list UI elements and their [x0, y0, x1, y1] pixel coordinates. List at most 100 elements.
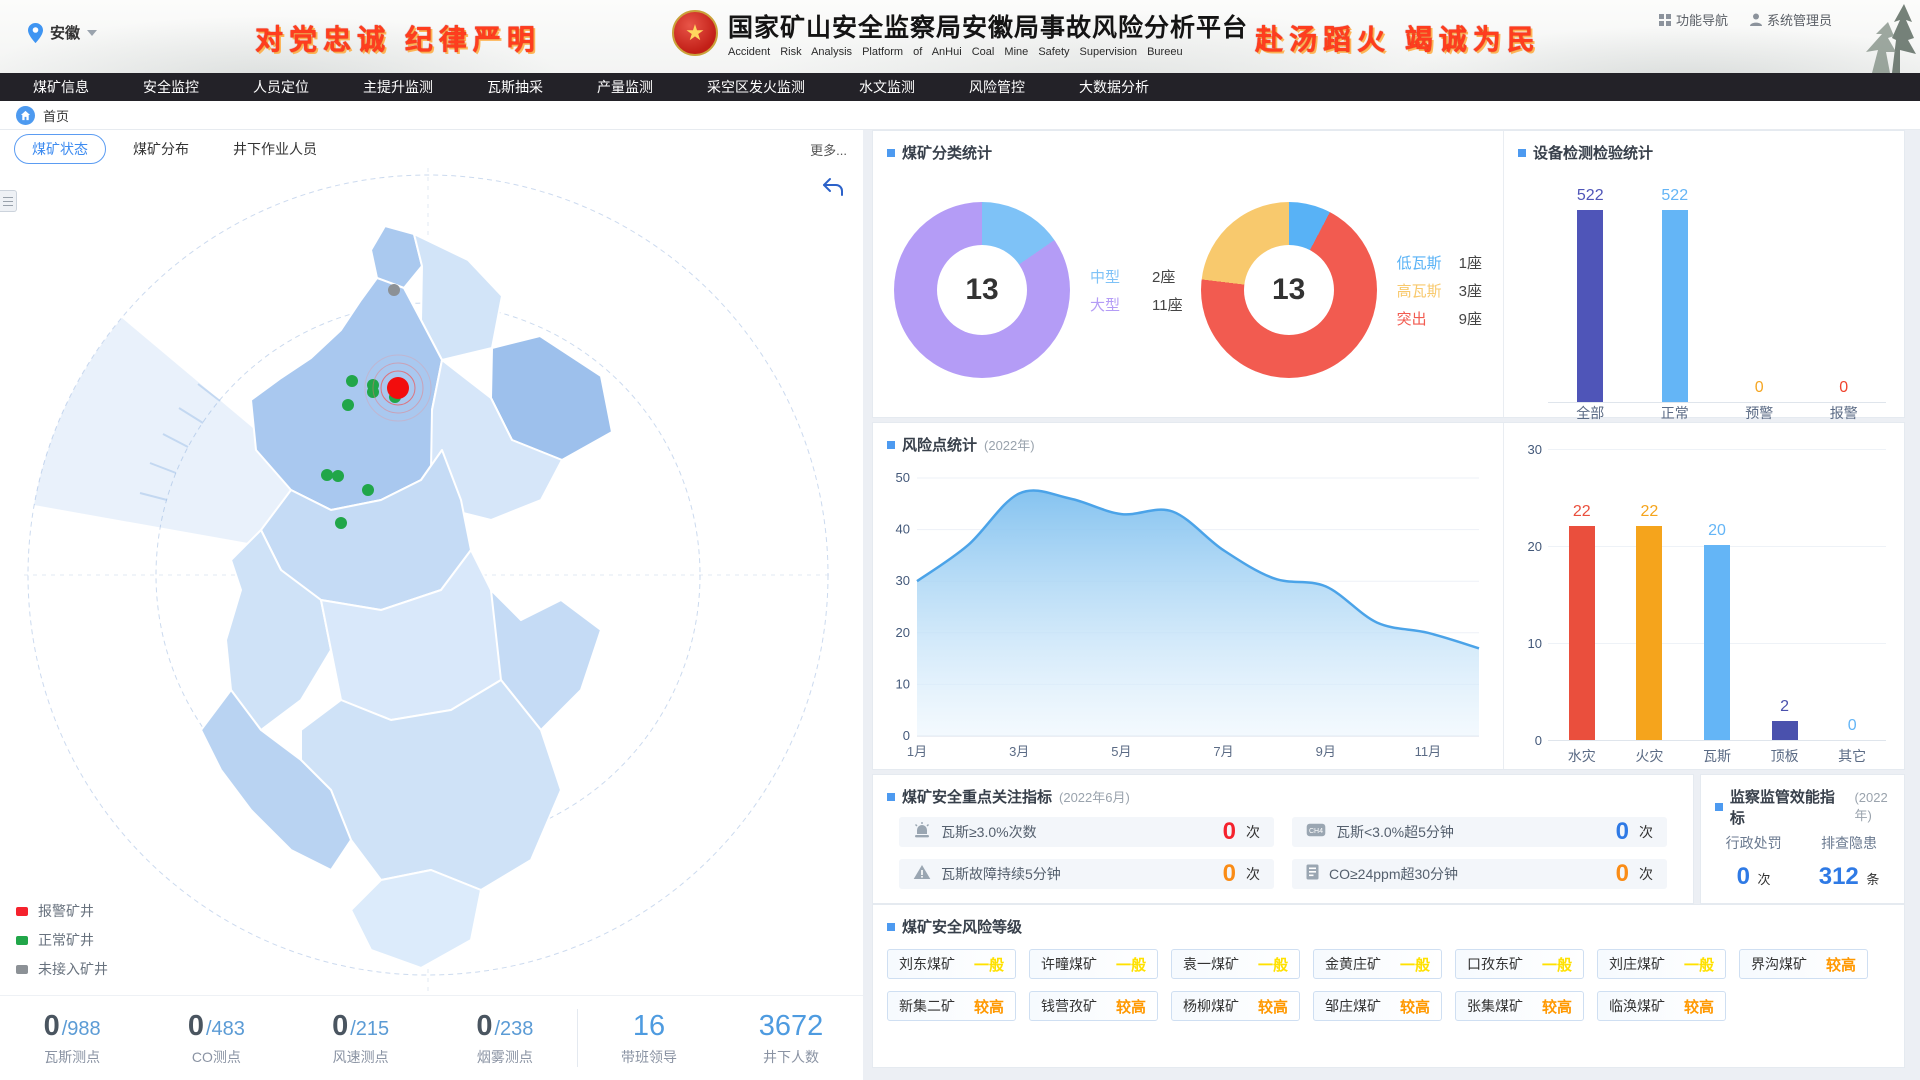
nav-item-水文监测[interactable]: 水文监测 [832, 73, 942, 101]
mine-class-gas-legend: 低瓦斯1座高瓦斯3座突出9座 [1397, 245, 1482, 336]
mine-marker-normal[interactable] [332, 470, 344, 482]
mine-stats-row: 0/988瓦斯测点0/483CO测点0/215风速测点0/238烟雾测点 16带… [0, 995, 863, 1080]
mine-class-size-donut[interactable]: 13 [894, 202, 1070, 378]
tab-井下作业人员[interactable]: 井下作业人员 [216, 135, 334, 163]
legend-label: 报警矿井 [38, 901, 94, 921]
stat-label: 带班领导 [578, 1047, 720, 1067]
header-link-功能导航[interactable]: 功能导航 [1659, 10, 1728, 29]
nav-item-瓦斯抽采[interactable]: 瓦斯抽采 [460, 73, 570, 101]
mine-marker-offline[interactable] [388, 284, 400, 296]
map-legend: 报警矿井正常矿井未接入矿井 [16, 892, 108, 979]
mine-chip-临涣煤矿[interactable]: 临涣煤矿较高 [1597, 991, 1726, 1021]
map-area: 报警矿井正常矿井未接入矿井 [0, 168, 863, 995]
mine-name: 袁一煤矿 [1183, 954, 1239, 974]
nav-item-人员定位[interactable]: 人员定位 [226, 73, 336, 101]
mine-chip-金黄庄矿[interactable]: 金黄庄矿一般 [1313, 949, 1442, 979]
mine-marker-normal[interactable] [346, 375, 358, 387]
mine-name: 金黄庄矿 [1325, 954, 1381, 974]
pie-legend-value: 11座 [1152, 294, 1183, 315]
mine-chip-许疃煤矿[interactable]: 许疃煤矿一般 [1029, 949, 1158, 979]
nav-item-大数据分析[interactable]: 大数据分析 [1052, 73, 1176, 101]
donut-hole: 13 [1244, 245, 1334, 335]
map-layers-toggle[interactable] [0, 190, 17, 212]
bar-火灾[interactable] [1636, 526, 1662, 740]
bar-顶板[interactable] [1772, 721, 1798, 740]
stat-value: 16 [633, 1010, 665, 1043]
mine-name: 杨柳煤矿 [1183, 996, 1239, 1016]
mine-class-gas-chart: 13 低瓦斯1座高瓦斯3座突出9座 [1201, 202, 1482, 378]
mine-marker-normal[interactable] [321, 469, 333, 481]
nav-item-风险管控[interactable]: 风险管控 [942, 73, 1052, 101]
mine-marker-alarm[interactable] [387, 377, 409, 399]
mine-chip-新集二矿[interactable]: 新集二矿较高 [887, 991, 1016, 1021]
bar-category-label: 顶板 [1751, 746, 1819, 766]
panel-title: 设备检测检验统计 [1533, 142, 1653, 163]
indicator-card: CH4瓦斯<3.0%超5分钟0次 [1292, 817, 1667, 847]
stat-value: 0 [188, 1010, 204, 1043]
mine-chip-袁一煤矿[interactable]: 袁一煤矿一般 [1171, 949, 1300, 979]
breadcrumb-home[interactable]: 首页 [43, 106, 69, 125]
mine-chip-刘东煤矿[interactable]: 刘东煤矿一般 [887, 949, 1016, 979]
map-panel: 煤矿状态煤矿分布井下作业人员 更多... [0, 130, 863, 1080]
indicator-value: 0 [1616, 860, 1629, 888]
mine-name: 新集二矿 [899, 996, 955, 1016]
stat-label: CO测点 [144, 1047, 288, 1067]
stat-label: 井下人数 [720, 1047, 862, 1067]
bar-category-label: 报警 [1802, 403, 1887, 423]
pie-legend-value: 2座 [1152, 266, 1175, 287]
bar-category-label: 瓦斯 [1683, 746, 1751, 766]
nav-item-采空区发火监测[interactable]: 采空区发火监测 [680, 73, 832, 101]
bar-水灾[interactable] [1569, 526, 1595, 740]
header-link-系统管理员[interactable]: 系统管理员 [1750, 10, 1832, 29]
pie-legend-label: 高瓦斯 [1397, 280, 1459, 301]
bar-category-label: 预警 [1717, 403, 1802, 423]
map-tabs: 煤矿状态煤矿分布井下作业人员 更多... [0, 130, 863, 168]
mine-chip-张集煤矿[interactable]: 张集煤矿较高 [1455, 991, 1584, 1021]
pie-legend-label: 大型 [1090, 294, 1152, 315]
legend-item: 未接入矿井 [16, 959, 108, 979]
bar-正常[interactable] [1662, 210, 1688, 402]
mine-name: 许疃煤矿 [1041, 954, 1097, 974]
mine-marker-normal[interactable] [342, 399, 354, 411]
nav-item-煤矿信息[interactable]: 煤矿信息 [6, 73, 116, 101]
mine-chip-邹庄煤矿[interactable]: 邹庄煤矿较高 [1313, 991, 1442, 1021]
legend-item: 报警矿井 [16, 901, 108, 921]
region-picker[interactable]: 安徽 [28, 22, 97, 43]
home-icon[interactable] [16, 106, 35, 125]
svg-text:5月: 5月 [1111, 744, 1131, 759]
risk-level-panel: 煤矿安全风险等级 刘东煤矿一般许疃煤矿一般袁一煤矿一般金黄庄矿一般口孜东矿一般刘… [872, 904, 1905, 1068]
donut-center-value: 13 [1272, 273, 1305, 307]
tab-煤矿状态[interactable]: 煤矿状态 [14, 134, 106, 164]
nav-item-主提升监测[interactable]: 主提升监测 [336, 73, 460, 101]
donut-hole: 13 [937, 245, 1027, 335]
supervision-panel: 监察监管效能指标 (2022年) 行政处罚0 次排查隐患312 条 [1700, 774, 1905, 904]
more-link[interactable]: 更多... [810, 140, 847, 159]
risk-types-plot: 102030022222020 [1548, 449, 1886, 741]
mine-chip-界沟煤矿[interactable]: 界沟煤矿较高 [1739, 949, 1868, 979]
mine-class-gas-donut[interactable]: 13 [1201, 202, 1377, 378]
supervision-label: 排查隐患 [1819, 833, 1880, 853]
bar-value-label: 2 [1780, 698, 1789, 716]
mine-chip-口孜东矿[interactable]: 口孜东矿一般 [1455, 949, 1584, 979]
bar-全部[interactable] [1577, 210, 1603, 402]
stat-total: /215 [350, 1018, 389, 1041]
panel-period: (2022年) [1854, 790, 1904, 824]
mine-risk-level: 较高 [1400, 996, 1430, 1017]
nav-item-安全监控[interactable]: 安全监控 [116, 73, 226, 101]
reset-view-button[interactable] [821, 176, 845, 203]
national-emblem-icon: ★ [672, 10, 718, 56]
risk-points-area-chart: 010203040501月3月5月7月9月11月 [883, 459, 1495, 767]
main-nav: 煤矿信息安全监控人员定位主提升监测瓦斯抽采产量监测采空区发火监测水文监测风险管控… [0, 73, 1920, 101]
tab-煤矿分布[interactable]: 煤矿分布 [116, 135, 206, 163]
bar-瓦斯[interactable] [1704, 545, 1730, 740]
panel-bullet-icon [1715, 803, 1723, 811]
mine-chip-钱营孜矿[interactable]: 钱营孜矿较高 [1029, 991, 1158, 1021]
mine-marker-normal[interactable] [362, 484, 374, 496]
svg-text:3月: 3月 [1009, 744, 1029, 759]
mine-chip-刘庄煤矿[interactable]: 刘庄煤矿一般 [1597, 949, 1726, 979]
header-links: 功能导航 系统管理员 [1659, 10, 1832, 29]
province-map[interactable] [0, 168, 863, 995]
mine-chip-杨柳煤矿[interactable]: 杨柳煤矿较高 [1171, 991, 1300, 1021]
mine-marker-normal[interactable] [335, 517, 347, 529]
nav-item-产量监测[interactable]: 产量监测 [570, 73, 680, 101]
